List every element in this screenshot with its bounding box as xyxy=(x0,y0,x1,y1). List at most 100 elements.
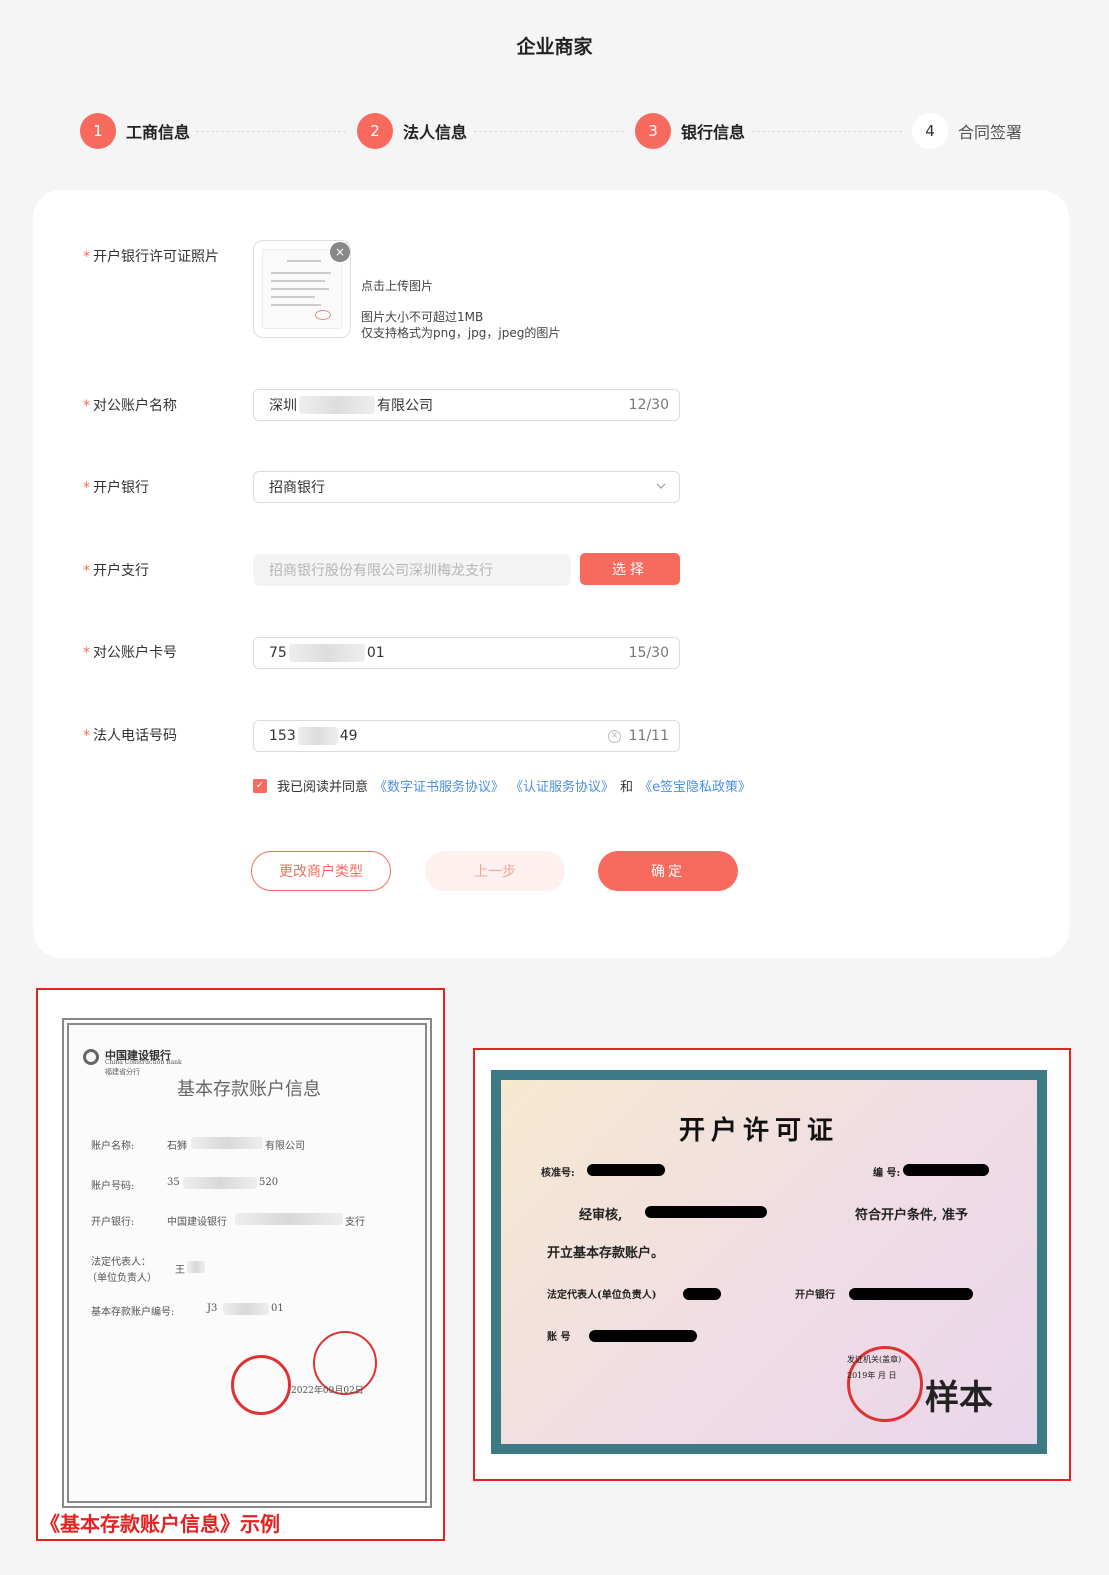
label-text: 对公账户卡号 xyxy=(93,645,177,661)
page-title: 企业商家 xyxy=(516,36,593,58)
privacy-policy-link[interactable]: 《e签宝隐私政策》 xyxy=(639,776,751,795)
certificate-frame: 中国建设银行 China Construction Bank 福建省分行 基本存… xyxy=(62,1018,432,1508)
step-label: 法人信息 xyxy=(403,123,468,142)
selected-value: 招商银行 xyxy=(269,480,325,496)
char-counter: 11/11 xyxy=(628,728,669,744)
field-value: 支行 xyxy=(345,1217,365,1228)
branch-value: 招商银行股份有限公司深圳梅龙支行 xyxy=(269,563,493,579)
field-label: 基本存款账户编号: xyxy=(91,1307,175,1318)
step-label: 银行信息 xyxy=(681,123,746,142)
document-title: 基本存款账户信息 xyxy=(177,1079,321,1100)
step-legal-person-info[interactable]: 2 法人信息 xyxy=(357,112,467,150)
step-number: 4 xyxy=(912,113,948,149)
agree-checkbox[interactable]: ✓ xyxy=(253,778,267,793)
step-number: 3 xyxy=(635,113,671,149)
required-mark: * xyxy=(83,398,90,414)
redacted-region xyxy=(587,1164,665,1176)
progress-steps: 1 工商信息 2 法人信息 3 银行信息 4 合同签署 xyxy=(80,112,1030,152)
certificate-title: 开户许可证 xyxy=(679,1116,840,1146)
agree-text: 我已阅读并同意 xyxy=(277,780,369,795)
qualified-text: 符合开户条件, 准予 xyxy=(855,1208,969,1223)
branch-name: 福建省分行 xyxy=(105,1068,140,1076)
redacted-region xyxy=(187,1261,205,1273)
bank-select[interactable]: 招商银行 xyxy=(253,471,680,503)
label-text: 法人电话号码 xyxy=(93,728,177,744)
account-name-input[interactable]: 深圳 有限公司 12/30 xyxy=(253,389,680,421)
field-value: J3 xyxy=(207,1303,218,1314)
field-label-sub: （单位负责人） xyxy=(87,1273,157,1284)
bank-info-form-card: * 开户银行许可证照片 × 点击上传图片 图片大小不可超过1MB 仅支持格式为pn… xyxy=(33,190,1069,958)
field-value: 王 xyxy=(175,1265,185,1276)
field-label: 法定代表人(单位负责人) xyxy=(547,1290,657,1301)
and-text: 和 xyxy=(620,780,634,795)
step-number: 1 xyxy=(80,113,116,149)
document-preview-image xyxy=(262,249,342,329)
redacted-region xyxy=(235,1213,343,1225)
branch-input: 招商银行股份有限公司深圳梅龙支行 xyxy=(253,554,571,586)
chevron-down-icon xyxy=(656,483,666,489)
value-prefix: 75 xyxy=(269,645,287,661)
remove-photo-icon[interactable]: × xyxy=(330,242,350,262)
field-label: 法定代表人： xyxy=(91,1257,151,1268)
required-mark: * xyxy=(83,249,90,265)
redacted-region xyxy=(903,1164,989,1176)
bank-logo-icon xyxy=(83,1049,99,1065)
required-mark: * xyxy=(83,480,90,496)
value-suffix: 有限公司 xyxy=(377,398,433,414)
step-label: 工商信息 xyxy=(126,123,191,142)
redacted-region xyxy=(589,1330,697,1342)
open-account-text: 开立基本存款账户。 xyxy=(547,1246,665,1261)
label-text: 开户支行 xyxy=(93,563,149,579)
account-number-input[interactable]: 75 01 15/30 xyxy=(253,637,680,669)
char-counter: 12/30 xyxy=(628,397,669,413)
account-permit-example: 开户许可证 核准号: 编 号: 经审核, 符合开户条件, 准予 开立基本存款账户… xyxy=(473,1048,1071,1481)
basic-account-info-example: 中国建设银行 China Construction Bank 福建省分行 基本存… xyxy=(36,988,445,1541)
label-text: 开户银行许可证照片 xyxy=(93,249,219,265)
value-suffix: 01 xyxy=(366,645,385,661)
value-prefix: 深圳 xyxy=(269,398,297,414)
required-mark: * xyxy=(83,563,90,579)
field-label: 账 号 xyxy=(547,1332,571,1343)
required-mark: * xyxy=(83,728,90,744)
account-name-label: * 对公账户名称 xyxy=(83,395,177,415)
step-label: 合同签署 xyxy=(958,123,1023,142)
step-connector xyxy=(752,131,902,132)
select-branch-button[interactable]: 选择 xyxy=(580,553,680,585)
certification-service-agreement-link[interactable]: 《认证服务协议》 xyxy=(510,776,614,795)
redacted-region xyxy=(849,1288,973,1300)
label-text: 对公账户名称 xyxy=(93,398,177,414)
char-counter: 15/30 xyxy=(628,645,669,661)
field-value: 有限公司 xyxy=(265,1141,305,1152)
confirm-button[interactable]: 确定 xyxy=(598,851,738,891)
bank-name-en: China Construction Bank xyxy=(105,1059,182,1066)
field-label: 账户名称: xyxy=(91,1141,135,1152)
change-merchant-type-button[interactable]: 更改商户类型 xyxy=(251,851,391,891)
format-hint: 仅支持格式为png，jpg，jpeg的图片 xyxy=(361,326,561,340)
redacted-region xyxy=(183,1177,257,1189)
field-value: 520 xyxy=(259,1177,279,1188)
license-photo-label: * 开户银行许可证照片 xyxy=(83,246,219,266)
redacted-region xyxy=(645,1206,767,1218)
redacted-region xyxy=(223,1303,269,1315)
field-label: 编 号: xyxy=(873,1168,901,1179)
reviewed-text: 经审核, xyxy=(579,1208,623,1223)
previous-step-button[interactable]: 上一步 xyxy=(425,851,565,891)
agreement-row: ✓ 我已阅读并同意 《数字证书服务协议》 《认证服务协议》 和 《e签宝隐私政策… xyxy=(253,776,751,795)
value-suffix: 49 xyxy=(339,728,358,744)
bank-label: * 开户银行 xyxy=(83,477,149,497)
redacted-region xyxy=(191,1137,263,1149)
issue-date: 2022年09月02日 xyxy=(291,1386,364,1396)
redacted-region xyxy=(297,727,338,745)
value-prefix: 153 xyxy=(269,728,296,744)
upload-hint[interactable]: 点击上传图片 xyxy=(361,277,433,294)
red-seal-stamp xyxy=(231,1355,291,1415)
phone-input[interactable]: 153 49 × 11/11 xyxy=(253,720,680,752)
field-label: 账户号码: xyxy=(91,1181,135,1192)
field-value: 01 xyxy=(271,1303,284,1314)
step-business-info[interactable]: 1 工商信息 xyxy=(80,112,190,150)
clear-input-icon[interactable]: × xyxy=(608,730,621,743)
step-bank-info[interactable]: 3 银行信息 xyxy=(635,112,745,150)
digital-certificate-agreement-link[interactable]: 《数字证书服务协议》 xyxy=(374,776,504,795)
step-connector xyxy=(474,131,624,132)
step-contract-signing[interactable]: 4 合同签署 xyxy=(912,112,1022,150)
